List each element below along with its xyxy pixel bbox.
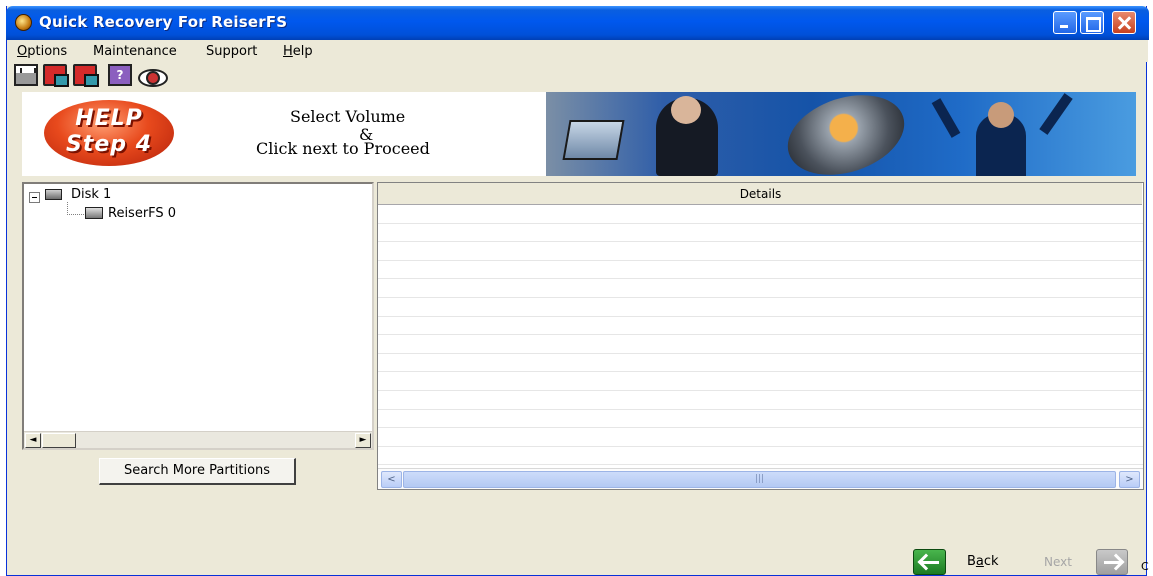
next-arrow-icon — [1096, 549, 1128, 575]
laptop-illustration — [562, 120, 625, 160]
menu-options-mnemonic: O — [17, 44, 28, 59]
scroll-left-icon[interactable]: ◄ — [25, 433, 41, 448]
menu-options-label: ptions — [27, 44, 68, 59]
partition-drive-icon — [85, 207, 103, 219]
application-window: Quick Recovery For ReiserFS Options Main… — [6, 6, 1149, 576]
list-row — [378, 261, 1143, 280]
list-row — [378, 205, 1143, 224]
scroll-thumb[interactable] — [42, 433, 76, 448]
list-row — [378, 391, 1143, 410]
happy-person-right-arm — [1039, 93, 1073, 135]
volume-tree: Disk 1 ReiserFS 0 ◄ ► — [22, 182, 374, 450]
help-badge-line1: HELP — [75, 106, 143, 131]
menu-help[interactable]: Help — [283, 44, 313, 59]
help-icon[interactable]: ? — [108, 64, 132, 86]
view-icon[interactable] — [137, 64, 168, 87]
list-row — [378, 279, 1143, 298]
list-row — [378, 317, 1143, 336]
list-row — [378, 372, 1143, 391]
collapse-toggle-icon[interactable] — [29, 192, 40, 203]
details-column-header[interactable]: Details — [378, 183, 1143, 205]
instruction-line1: Select Volume — [290, 107, 406, 126]
help-banner: HELP Step 4 Select Volume & Click next t… — [22, 92, 1136, 176]
recover-partition-icon[interactable] — [73, 64, 99, 87]
list-row — [378, 224, 1143, 243]
banner-illustration — [546, 92, 1136, 176]
details-panel: Details < ||| > — [377, 182, 1144, 490]
menu-maintenance[interactable]: Maintenance — [93, 44, 177, 59]
status-corner-mark: C — [1141, 560, 1149, 573]
back-label-mnemonic: a — [975, 554, 984, 569]
happy-person-left-arm — [931, 98, 961, 138]
list-row — [378, 335, 1143, 354]
details-scroll-right-icon[interactable]: > — [1119, 471, 1140, 488]
details-scroll-left-icon[interactable]: < — [381, 471, 402, 488]
menu-help-mnemonic: H — [283, 44, 293, 59]
details-horizontal-scrollbar[interactable]: < ||| > — [378, 468, 1143, 489]
recover-disk-icon[interactable] — [43, 64, 69, 87]
minimize-button[interactable] — [1053, 11, 1077, 34]
menu-support[interactable]: Support — [206, 44, 257, 59]
back-label-end: ck — [983, 554, 999, 569]
save-icon[interactable] — [14, 64, 38, 86]
details-list — [378, 205, 1143, 467]
tree-item-disk-1[interactable]: Disk 1 — [71, 187, 111, 202]
tree-connector-horizontal — [67, 214, 84, 215]
maximize-button[interactable] — [1080, 11, 1104, 34]
hard-disk-illustration — [777, 92, 915, 176]
list-row — [378, 242, 1143, 261]
app-logo-icon — [15, 14, 32, 31]
close-button[interactable] — [1112, 11, 1136, 34]
window-title: Quick Recovery For ReiserFS — [39, 13, 288, 31]
happy-person-head — [988, 102, 1014, 128]
list-row — [378, 354, 1143, 373]
instruction-line3: Click next to Proceed — [256, 139, 430, 158]
title-bar[interactable]: Quick Recovery For ReiserFS — [6, 6, 1149, 40]
disk-drive-icon — [45, 189, 62, 200]
list-row — [378, 298, 1143, 317]
menu-help-label: elp — [292, 44, 313, 59]
stressed-person-head — [671, 96, 701, 124]
list-row — [378, 428, 1143, 447]
back-label-start: B — [967, 554, 976, 569]
list-row — [378, 447, 1143, 466]
back-arrow-icon[interactable] — [913, 549, 946, 575]
next-button: Next — [1044, 555, 1072, 569]
tree-horizontal-scrollbar[interactable]: ◄ ► — [24, 431, 372, 448]
details-scroll-thumb[interactable]: ||| — [403, 471, 1116, 488]
help-badge-line2: Step 4 — [66, 132, 152, 157]
toolbar: ? — [7, 62, 1148, 90]
list-row — [378, 410, 1143, 429]
menu-bar: Options Maintenance Support Help — [7, 40, 1148, 62]
scroll-right-icon[interactable]: ► — [355, 433, 371, 448]
search-more-partitions-button[interactable]: Search More Partitions — [99, 458, 296, 485]
help-step-badge: HELP Step 4 — [44, 100, 174, 166]
tree-item-reiserfs-0[interactable]: ReiserFS 0 — [108, 206, 176, 221]
back-button[interactable]: Back — [967, 554, 999, 569]
menu-options[interactable]: Options — [17, 44, 67, 59]
